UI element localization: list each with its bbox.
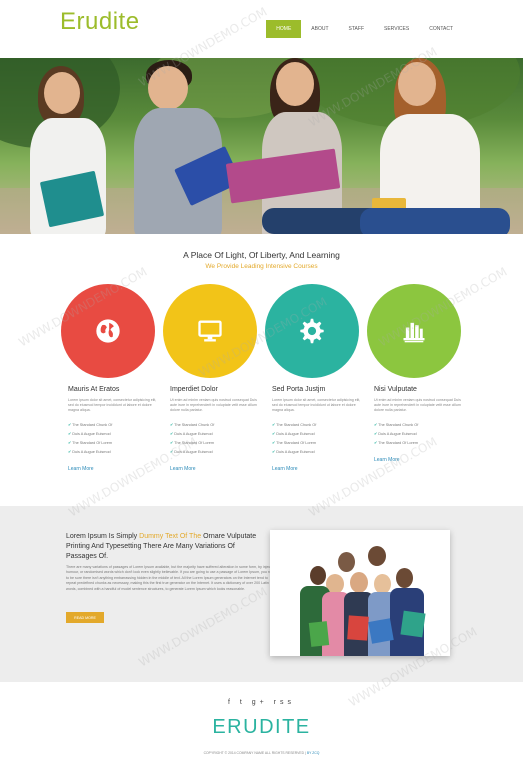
list-item: Duis A Augue Euismod [68, 430, 158, 439]
feature-list: The Standard Chunk Of Duis A Augue Euism… [170, 421, 260, 457]
header: Erudite HOME ABOUT STAFF SERVICES CONTAC… [0, 0, 523, 58]
learn-more-link[interactable]: Learn More [170, 466, 196, 472]
read-more-button[interactable]: READ MORE [66, 612, 104, 623]
feature-text: Lorem ipsum dolor sit amet, consectetur … [68, 398, 157, 412]
globe-icon [96, 319, 120, 343]
list-item: Duis A Augue Euismod [272, 430, 362, 439]
about-text: There are many variations of passages of… [66, 565, 276, 591]
feature-list: The Standard Chunk Of Duis A Augue Euism… [374, 421, 464, 448]
list-item: Duis A Augue Euismod [272, 448, 362, 457]
feature-text: Ut enim ad minim veniam quis nostrud con… [170, 398, 257, 412]
feature-title: Nisi Vulputate [374, 386, 417, 393]
main-nav: HOME ABOUT STAFF SERVICES CONTACT [266, 20, 463, 38]
learn-more-link[interactable]: Learn More [374, 457, 400, 463]
nav-staff[interactable]: STAFF [339, 20, 374, 38]
list-item: The Standard Chunk Of [374, 421, 464, 430]
feature-column-4: Nisi Vulputate Ut enim ad minim veniam q… [374, 386, 464, 466]
list-item: The Standard Chunk Of [170, 421, 260, 430]
feature-list: The Standard Chunk Of Duis A Augue Euism… [68, 421, 158, 457]
about-heading: Lorem Ipsum Is Simply Dummy Text Of The … [66, 533, 257, 560]
learn-more-link[interactable]: Learn More [68, 466, 94, 472]
feature-column-3: Sed Porta Justjm Lorem ipsum dolor sit a… [272, 386, 362, 475]
feature-text: Ut enim ad minim veniam quis nostrud con… [374, 398, 461, 412]
social-links[interactable]: f t g+ rss [0, 699, 523, 706]
list-item: Duis A Augue Euismod [170, 448, 260, 457]
list-item: The Standard Chunk Of [68, 421, 158, 430]
list-item: The Standard Of Lorem [170, 439, 260, 448]
feature-text: Lorem ipsum dolor sit amet, consectetur … [272, 398, 361, 412]
nav-services[interactable]: SERVICES [374, 20, 419, 38]
nav-about[interactable]: ABOUT [301, 20, 338, 38]
building-icon [403, 322, 425, 343]
feature-title: Imperdiet Dolor [170, 386, 218, 393]
list-item: Duis A Augue Euismod [170, 430, 260, 439]
feature-list: The Standard Chunk Of Duis A Augue Euism… [272, 421, 362, 457]
feature-circle-1[interactable] [61, 284, 155, 378]
feature-circle-2[interactable] [163, 284, 257, 378]
copyright-link[interactable]: BY ZCQ [307, 751, 320, 755]
feature-title: Mauris At Eratos [68, 386, 120, 393]
list-item: The Standard Chunk Of [272, 421, 362, 430]
copyright: COPYRIGHT © 2014 COMPANY NAME ALL RIGHTS… [203, 751, 320, 755]
students-photo [270, 530, 450, 656]
feature-column-1: Mauris At Eratos Lorem ipsum dolor sit a… [68, 386, 158, 475]
learn-more-link[interactable]: Learn More [272, 466, 298, 472]
list-item: The Standard Of Lorem [68, 439, 158, 448]
footer-logo: ERUDITE [212, 716, 311, 738]
social-icons[interactable]: f t g+ rss [228, 699, 295, 706]
feature-circle-4[interactable] [367, 284, 461, 378]
intro-title: A Place Of Light, Of Liberty, And Learni… [183, 250, 340, 260]
hero-image [0, 58, 523, 234]
list-item: The Standard Of Lorem [272, 439, 362, 448]
intro-subtitle: We Provide Leading Intensive Courses [205, 263, 318, 270]
feature-title: Sed Porta Justjm [272, 386, 326, 393]
site-logo[interactable]: Erudite [60, 8, 140, 36]
gear-icon [300, 318, 324, 344]
list-item: Duis A Augue Euismod [374, 430, 464, 439]
list-item: The Standard Of Lorem [374, 439, 464, 448]
feature-column-2: Imperdiet Dolor Ut enim ad minim veniam … [170, 386, 260, 475]
feature-circle-3[interactable] [265, 284, 359, 378]
nav-contact[interactable]: CONTACT [419, 20, 463, 38]
list-item: Duis A Augue Euismod [68, 448, 158, 457]
monitor-icon [198, 320, 222, 342]
nav-home[interactable]: HOME [266, 20, 302, 38]
